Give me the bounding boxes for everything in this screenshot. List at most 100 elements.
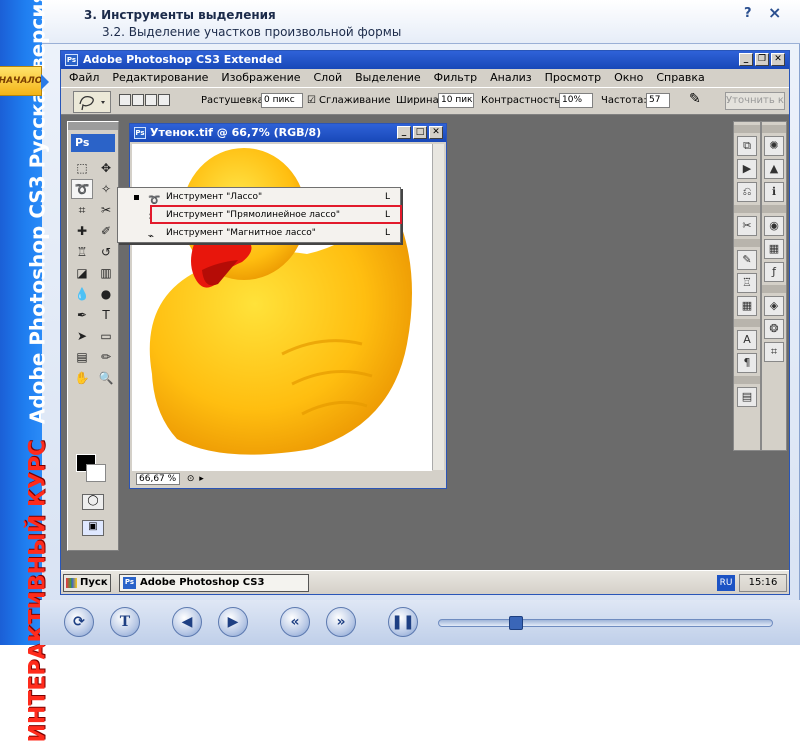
actions-panel-icon[interactable]: ▶ (737, 159, 757, 179)
antialias-checkbox[interactable]: ☑ (307, 95, 316, 106)
back-icon[interactable]: ◀ (172, 607, 202, 637)
dodge-tool-icon[interactable]: ● (95, 284, 117, 304)
menu-view[interactable]: Просмотр (545, 69, 601, 87)
taskbar-item-photoshop[interactable]: Ps Adobe Photoshop CS3 (119, 574, 309, 592)
slider-thumb[interactable] (509, 616, 523, 630)
close-button[interactable]: × (768, 3, 781, 22)
eraser-tool-icon[interactable]: ◪ (71, 263, 93, 283)
fx-panel-icon[interactable]: ƒ (764, 262, 784, 282)
width-input[interactable]: 10 пик (438, 93, 474, 108)
eyedropper-tool-icon[interactable]: ✏ (95, 347, 117, 367)
menu-analysis[interactable]: Анализ (490, 69, 532, 87)
status-info-icon[interactable]: ⊙ (187, 474, 195, 484)
text-icon[interactable]: T (110, 607, 140, 637)
zoom-tool-icon[interactable]: 🔍 (95, 368, 117, 388)
stamp-tool-icon[interactable]: ♖ (71, 242, 93, 262)
background-color-swatch[interactable] (86, 464, 106, 482)
flyout-item-lasso[interactable]: ➰ Инструмент "Лассо" L (118, 189, 400, 206)
styles-panel-icon[interactable]: ▦ (764, 239, 784, 259)
language-indicator[interactable]: RU (717, 575, 735, 591)
forward-icon[interactable]: ▶ (218, 607, 248, 637)
menu-image[interactable]: Изображение (221, 69, 300, 87)
pause-icon[interactable]: ❚❚ (388, 607, 418, 637)
move-tool-icon[interactable]: ✥ (95, 158, 117, 178)
fast-forward-icon[interactable]: » (326, 607, 356, 637)
hand-tool-icon[interactable]: ✋ (71, 368, 93, 388)
pen-tool-icon[interactable]: ✒ (71, 305, 93, 325)
intersect-selection-icon[interactable] (158, 94, 170, 106)
help-button[interactable]: ? (744, 6, 752, 21)
close-window-button[interactable]: ✕ (771, 53, 785, 66)
flyout-item-magnetic-lasso[interactable]: ⌁ Инструмент "Магнитное лассо" L (118, 225, 400, 242)
menu-filter[interactable]: Фильтр (434, 69, 478, 87)
layer-comps-panel-icon[interactable]: ▦ (737, 296, 757, 316)
ps-logo[interactable]: Ps (71, 134, 115, 152)
type-tool-icon[interactable]: T (95, 305, 117, 325)
channels-panel-icon[interactable]: ❂ (764, 319, 784, 339)
history-panel-icon[interactable]: ⎌ (737, 182, 757, 202)
refresh-icon[interactable]: ⟳ (64, 607, 94, 637)
start-tab[interactable]: НАЧАЛО (0, 66, 49, 96)
contrast-input[interactable]: 10% (559, 93, 593, 108)
layers-panel-icon[interactable]: ◈ (764, 296, 784, 316)
tablet-pressure-icon[interactable]: ✎ (689, 91, 701, 107)
vertical-scrollbar[interactable] (432, 144, 444, 470)
brushes-panel-icon[interactable]: ✎ (737, 250, 757, 270)
measurement-panel-icon[interactable]: ▤ (737, 387, 757, 407)
menu-select[interactable]: Выделение (355, 69, 421, 87)
menu-help[interactable]: Справка (656, 69, 704, 87)
dock-grip[interactable] (762, 125, 786, 133)
magic-wand-tool-icon[interactable]: ✧ (95, 179, 117, 199)
lasso-icon (79, 96, 105, 111)
doc-close-button[interactable]: ✕ (429, 126, 443, 139)
path-select-icon[interactable]: ➤ (71, 326, 93, 346)
menu-layer[interactable]: Слой (314, 69, 343, 87)
restore-button[interactable]: ❐ (755, 53, 769, 66)
screen-mode-icon[interactable]: ▣ (82, 520, 104, 536)
menu-file[interactable]: Файл (69, 69, 99, 87)
status-menu-icon[interactable]: ▸ (199, 474, 204, 484)
shape-tool-icon[interactable]: ▭ (95, 326, 117, 346)
lasso-tool-icon[interactable]: ➰ (71, 179, 93, 199)
blur-tool-icon[interactable]: 💧 (71, 284, 93, 304)
slice-tool-icon[interactable]: ✂ (95, 200, 117, 220)
tool-presets-panel-icon[interactable]: ✂ (737, 216, 757, 236)
add-selection-icon[interactable] (132, 94, 144, 106)
history-brush-icon[interactable]: ↺ (95, 242, 117, 262)
menu-edit[interactable]: Редактирование (112, 69, 208, 87)
clone-source-panel-icon[interactable]: ♖ (737, 273, 757, 293)
toolbox-grip[interactable] (68, 122, 118, 130)
color-panel-icon[interactable]: ✺ (764, 136, 784, 156)
paths-panel-icon[interactable]: ⌗ (764, 342, 784, 362)
document-title-bar: Ps Утенок.tif @ 66,7% (RGB/8) _ □ ✕ (130, 124, 446, 142)
rewind-icon[interactable]: « (280, 607, 310, 637)
histogram-panel-icon[interactable]: ▲ (764, 159, 784, 179)
navigator-panel-icon[interactable]: ⧉ (737, 136, 757, 156)
start-button[interactable]: Пуск (63, 574, 111, 592)
marquee-tool-icon[interactable]: ⬚ (71, 158, 93, 178)
paragraph-panel-icon[interactable]: ¶ (737, 353, 757, 373)
frequency-input[interactable]: 57 (646, 93, 670, 108)
dock-grip[interactable] (734, 125, 760, 133)
notes-tool-icon[interactable]: ▤ (71, 347, 93, 367)
frequency-label: Частота: (601, 95, 647, 106)
doc-maximize-button[interactable]: □ (413, 126, 427, 139)
menu-window[interactable]: Окно (614, 69, 643, 87)
new-selection-icon[interactable] (119, 94, 131, 106)
feather-input[interactable]: 0 пикс (261, 93, 303, 108)
info-panel-icon[interactable]: ℹ (764, 182, 784, 202)
minimize-button[interactable]: _ (739, 53, 753, 66)
character-panel-icon[interactable]: A (737, 330, 757, 350)
subtract-selection-icon[interactable] (145, 94, 157, 106)
zoom-field[interactable]: 66,67 % (136, 473, 180, 485)
swatches-panel-icon[interactable]: ◉ (764, 216, 784, 236)
tool-preset-picker[interactable] (73, 91, 111, 113)
gradient-tool-icon[interactable]: ▥ (95, 263, 117, 283)
refine-edge-button[interactable]: Уточнить к (725, 92, 785, 110)
lesson-progress-slider[interactable] (438, 616, 773, 630)
brush-tool-icon[interactable]: ✐ (95, 221, 117, 241)
doc-minimize-button[interactable]: _ (397, 126, 411, 139)
healing-brush-icon[interactable]: ✚ (71, 221, 93, 241)
crop-tool-icon[interactable]: ⌗ (71, 200, 93, 220)
quick-mask-icon[interactable]: ◯ (82, 494, 104, 510)
